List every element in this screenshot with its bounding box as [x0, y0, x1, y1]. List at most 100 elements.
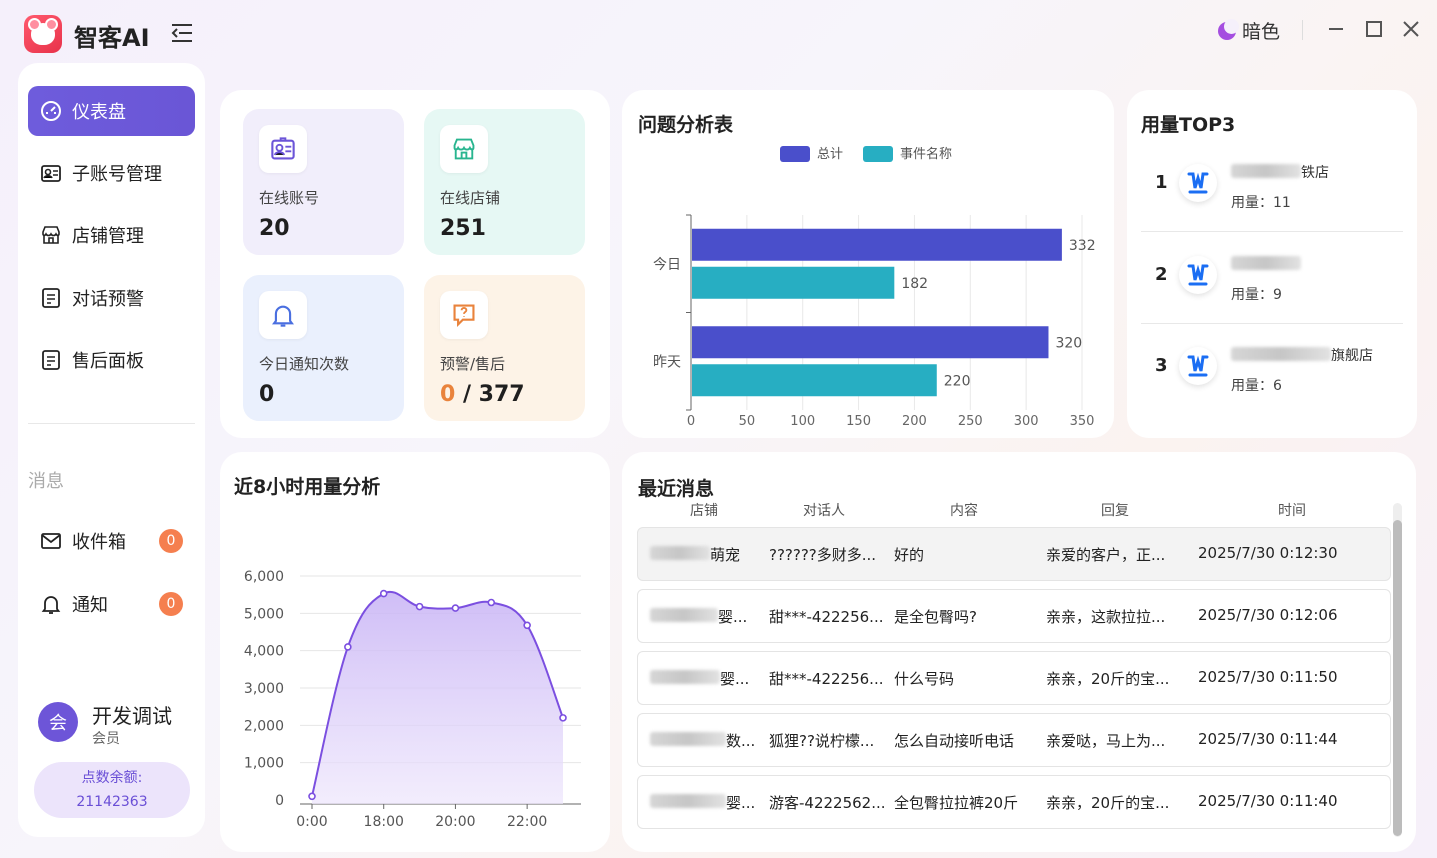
cell-content: 全包臀拉拉裤20斤: [894, 794, 1019, 812]
maximize-button[interactable]: [1361, 16, 1387, 42]
x-tick-label: 300: [1014, 414, 1039, 429]
x-tick-label: 20:00: [435, 814, 475, 830]
top3-rank: 1: [1155, 172, 1168, 193]
bell-icon: [41, 596, 61, 614]
x-tick-label: 50: [739, 414, 756, 429]
collapse-sidebar-icon[interactable]: [170, 22, 194, 44]
data-point: [415, 602, 424, 611]
store-logo-icon: [1179, 164, 1217, 202]
document-icon: [42, 350, 60, 370]
cell-person: 甜***-422256...: [769, 670, 884, 688]
store-logo-icon: [1179, 256, 1217, 294]
cell-content: 怎么自动接听电话: [894, 732, 1015, 750]
stat-today-notifications[interactable]: 今日通知次数 0: [243, 275, 404, 421]
nav-label: 子账号管理: [72, 164, 162, 185]
store-usage: 用量：6: [1231, 378, 1282, 394]
nav-item-inbox[interactable]: 收件箱 0: [28, 516, 195, 566]
legend-label: 总计: [817, 147, 843, 162]
stat-alerts-aftersales[interactable]: 预警/售后 0 / 377: [424, 275, 585, 421]
issue-bar-chart: 总计 事件名称 0 50 100 150 200 250 300 350 今日 332 182 昨天 320…: [653, 146, 1096, 429]
user-name: 开发调试: [92, 704, 172, 728]
close-button[interactable]: [1398, 16, 1424, 42]
bar-value-label: 332: [1069, 238, 1096, 254]
mail-icon: [41, 533, 61, 549]
document-icon: [42, 288, 60, 308]
nav-item-sub-accounts[interactable]: 子账号管理: [28, 148, 195, 198]
recent-title: 最近消息: [638, 478, 715, 500]
message-row[interactable]: 萌宠 ??????多财多... 好的 亲爱的客户，正... 2025/7/30 0:12…: [637, 527, 1391, 581]
scrollbar-thumb[interactable]: [1393, 520, 1402, 836]
bar: [692, 326, 1049, 359]
message-row[interactable]: 婴... 甜***-422256... 是全包臀吗? 亲亲，这款拉拉... 2025/7…: [637, 589, 1391, 643]
data-point: [379, 589, 388, 598]
top3-rank: 2: [1155, 264, 1168, 285]
redacted-shop-name: [650, 794, 726, 808]
stat-label: 预警/售后: [440, 355, 506, 373]
redacted-shop-name: [650, 546, 710, 560]
dashboard-icon: [41, 101, 61, 121]
divider: [1141, 323, 1403, 324]
nav-item-stores[interactable]: 店铺管理: [28, 210, 195, 260]
column-header[interactable]: 内容: [950, 500, 978, 520]
nav-label: 仪表盘: [72, 102, 126, 123]
store-usage: 用量：9: [1231, 287, 1282, 303]
sidebar-divider: [28, 423, 195, 424]
cell-time: 2025/7/30 0:12:30: [1198, 544, 1338, 562]
store-usage: 用量：11: [1231, 195, 1291, 211]
cell-reply: 亲爱哒，马上为...: [1046, 732, 1166, 750]
bar-value-label: 220: [944, 373, 971, 389]
aftersales-count: 377: [478, 382, 525, 407]
dark-mode-toggle[interactable]: 暗色: [1218, 17, 1280, 44]
x-tick-label: 250: [958, 414, 983, 429]
y-tick-label: 6,000: [244, 569, 284, 585]
divider: [1141, 231, 1403, 232]
inbox-badge: 0: [159, 529, 183, 553]
cell-content: 什么号码: [894, 670, 955, 688]
nav-item-after-sales[interactable]: 售后面板: [28, 335, 195, 385]
value-separator: /: [455, 382, 479, 407]
avatar[interactable]: 会: [38, 702, 78, 742]
column-header[interactable]: 店铺: [690, 500, 718, 520]
cell-shop: 婴...: [718, 608, 748, 626]
column-header[interactable]: 对话人: [803, 500, 845, 520]
cell-shop: 数...: [726, 732, 756, 750]
data-point: [559, 714, 567, 722]
data-point: [308, 792, 316, 801]
data-point: [344, 643, 352, 651]
column-header[interactable]: 回复: [1101, 500, 1129, 520]
redacted-store-name: [1231, 256, 1301, 270]
minimize-button[interactable]: [1323, 16, 1349, 42]
stat-label: 在线店铺: [440, 189, 501, 207]
column-header[interactable]: 时间: [1278, 500, 1306, 520]
id-card-icon: [41, 165, 61, 182]
legend-label: 事件名称: [900, 146, 952, 162]
y-tick-label: 4,000: [244, 644, 284, 660]
message-row[interactable]: 婴... 游客-4222562... 全包臀拉拉裤20斤 亲亲，20斤的宝... 202…: [637, 775, 1391, 829]
bar-value-label: 320: [1055, 335, 1082, 351]
stat-label: 今日通知次数: [259, 355, 350, 373]
cell-time: 2025/7/30 0:11:50: [1198, 668, 1338, 686]
warning-icon: [453, 304, 475, 328]
points-value: 21142363: [76, 794, 148, 810]
legend-swatch: [863, 146, 893, 162]
stat-online-stores[interactable]: 在线店铺 251: [424, 109, 585, 255]
cell-shop: 萌宠: [710, 546, 741, 564]
stat-online-accounts[interactable]: 在线账号 20: [243, 109, 404, 255]
cell-time: 2025/7/30 0:12:06: [1198, 606, 1338, 624]
stat-label: 在线账号: [259, 189, 320, 207]
message-row[interactable]: 婴... 甜***-422256... 什么号码 亲亲，20斤的宝... 2025/7/…: [637, 651, 1391, 705]
usage-chart-card: 近8小时用量分析 0 1,000 2,000 3,000 4,000 5,000 6,000…: [220, 452, 610, 852]
x-tick-label: 18:00: [364, 814, 404, 830]
store-name: 铁店: [1301, 165, 1329, 181]
top3-card: 用量TOP3 1 铁店 用量：11 2 用量：9 3 旗舰店 用量：6: [1127, 90, 1417, 438]
message-row[interactable]: 数... 狐狸??说柠檬... 怎么自动接听电话 亲爱哒，马上为... 2025/7/3…: [637, 713, 1391, 767]
cell-shop: 婴...: [726, 794, 756, 812]
x-tick-label: 22:00: [507, 814, 547, 830]
y-tick-label: 5,000: [244, 606, 284, 622]
nav-item-chat-alerts[interactable]: 对话预警: [28, 273, 195, 323]
cell-reply: 亲亲，20斤的宝...: [1046, 794, 1170, 812]
stat-value: 0: [259, 382, 275, 407]
nav-item-notifications[interactable]: 通知 0: [28, 579, 195, 629]
nav-label: 通知: [72, 595, 108, 616]
nav-item-dashboard[interactable]: 仪表盘: [28, 86, 195, 136]
